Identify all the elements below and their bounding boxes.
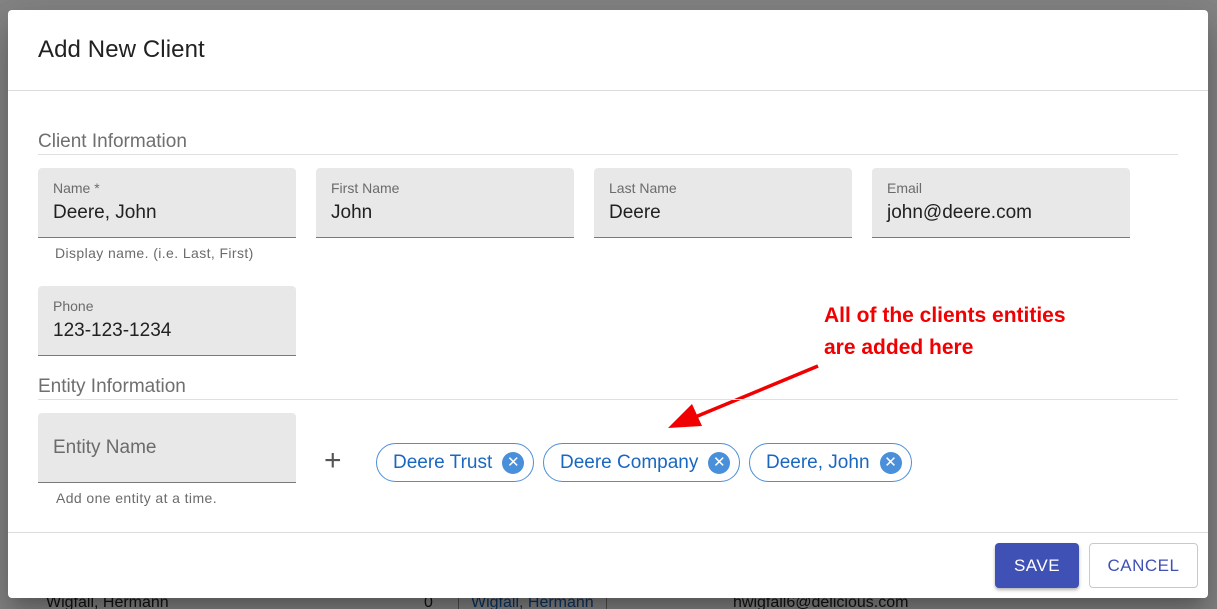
email-field-label: Email — [887, 180, 923, 196]
name-field[interactable]: Name * Deere, John — [38, 168, 296, 238]
close-circle-icon[interactable]: ✕ — [879, 451, 902, 474]
cancel-button[interactable]: CANCEL — [1089, 543, 1198, 588]
entity-chip[interactable]: Deere, John ✕ — [749, 443, 912, 482]
annotation-callout: All of the clients entities are added he… — [824, 300, 1066, 364]
entity-info-section-title: Entity Information — [38, 376, 186, 397]
plus-icon[interactable]: + — [324, 446, 342, 476]
phone-field[interactable]: Phone 123-123-1234 — [38, 286, 296, 356]
entity-chip[interactable]: Deere Company ✕ — [543, 443, 741, 482]
title-divider — [8, 90, 1208, 91]
dialog-title: Add New Client — [38, 36, 205, 63]
entity-helper-text: Add one entity at a time. — [56, 490, 217, 506]
phone-field-value: 123-123-1234 — [53, 320, 172, 341]
client-info-rule — [38, 154, 1178, 155]
entity-info-rule — [38, 399, 1178, 400]
last-name-field[interactable]: Last Name Deere — [594, 168, 852, 238]
first-name-field-label: First Name — [331, 180, 400, 196]
add-client-dialog: Add New Client Client Information Name *… — [8, 10, 1208, 598]
close-circle-icon[interactable]: ✕ — [708, 451, 731, 474]
name-helper-text: Display name. (i.e. Last, First) — [55, 245, 254, 261]
entity-chip-label: Deere, John — [766, 451, 870, 473]
annotation-line-1: All of the clients entities — [824, 304, 1066, 327]
client-info-section-title: Client Information — [38, 131, 187, 152]
first-name-field[interactable]: First Name John — [316, 168, 574, 238]
annotation-line-2: are added here — [824, 336, 974, 359]
entity-chip[interactable]: Deere Trust ✕ — [376, 443, 535, 482]
save-button[interactable]: SAVE — [995, 543, 1079, 588]
name-field-label: Name * — [53, 180, 100, 196]
entity-chip-label: Deere Trust — [393, 451, 493, 473]
name-field-value: Deere, John — [53, 202, 157, 223]
close-circle-icon[interactable]: ✕ — [502, 451, 525, 474]
last-name-field-label: Last Name — [609, 180, 677, 196]
annotation-arrow-icon — [668, 364, 819, 428]
actions-divider — [8, 532, 1208, 533]
email-field[interactable]: Email john@deere.com — [872, 168, 1130, 238]
email-field-value: john@deere.com — [887, 202, 1032, 223]
entity-chip-label: Deere Company — [560, 451, 699, 473]
first-name-field-value: John — [331, 202, 373, 223]
entity-name-placeholder: Entity Name — [53, 437, 157, 458]
entity-name-input[interactable]: Entity Name — [38, 413, 296, 483]
phone-field-label: Phone — [53, 298, 94, 314]
last-name-field-value: Deere — [609, 202, 661, 223]
